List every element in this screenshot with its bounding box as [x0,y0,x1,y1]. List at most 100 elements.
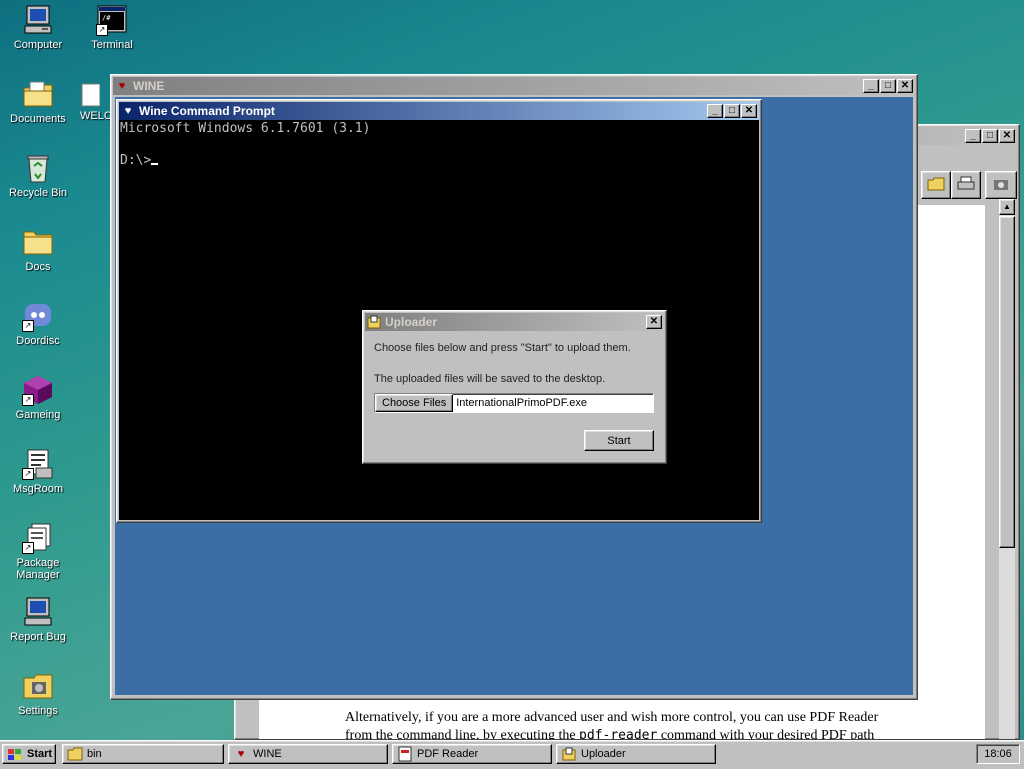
uploader-icon [367,315,381,329]
maximize-button[interactable]: □ [982,129,998,143]
close-button[interactable]: ✕ [897,79,913,93]
task-bin[interactable]: bin [62,744,224,764]
cmd-titlebar[interactable]: ♥ Wine Command Prompt _ □ ✕ [119,102,759,120]
scroll-thumb[interactable] [999,216,1015,548]
desktop-icon-label: Computer [13,39,63,51]
start-button[interactable]: Start [2,744,56,764]
console-line: Microsoft Windows 6.1.7601 (3.1) [120,121,371,136]
close-button[interactable]: ✕ [646,315,662,329]
maximize-button[interactable]: □ [880,79,896,93]
start-label: Start [27,748,53,760]
task-label: WINE [253,748,282,760]
folder-open-icon [927,177,945,194]
wine-title: WINE [133,79,165,93]
desktop-icon-report-bug[interactable]: Report Bug [2,596,74,643]
console-prompt-line: D:\> [120,153,758,169]
recycle-bin-icon [22,152,54,184]
desktop-icon-documents[interactable]: Documents [2,78,74,125]
start-upload-button[interactable]: Start [584,430,654,451]
desktop-icon-gameing[interactable]: ↗ Gameing [2,374,74,421]
task-label: PDF Reader [417,748,479,760]
desktop-icon-package-manager[interactable]: ↗ Package Manager [2,522,74,581]
pdf-icon [397,746,413,762]
wine-title-buttons: _ □ ✕ [862,79,913,93]
uploader-title: Uploader [385,315,438,329]
desktop-icon-label: Settings [18,705,58,717]
task-pdf-reader[interactable]: PDF Reader [392,744,552,764]
doordisc-icon: ↗ [22,300,54,332]
uploader-instructions: Choose files below and press "Start" to … [374,342,631,354]
taskbar: Start bin ♥ WINE PDF Reader Uploader 18:… [0,740,1024,769]
pdf-text-line-1: Alternatively, if you are a more advance… [345,710,879,725]
cmd-title-buttons: _ □ ✕ [706,104,757,118]
start-icon [7,746,23,762]
desktop-icon-label: Doordisc [16,335,60,347]
clock[interactable]: 18:06 [976,744,1020,764]
wine-glass-icon: ♥ [124,105,132,117]
desktop-icon-terminal[interactable]: /# ↗ Terminal [76,4,148,51]
desktop-icon-computer[interactable]: Computer [2,4,74,51]
close-button[interactable]: ✕ [999,129,1015,143]
welcome-icon [80,78,101,110]
print-button[interactable] [951,171,981,199]
desktop-icon-msgroom[interactable]: ↗ MsgRoom [2,448,74,495]
desktop-icon-label: Report Bug [10,631,66,643]
desktop-icon-label: MsgRoom [12,483,64,495]
package-icon: ↗ [22,522,54,554]
desktop-icon-settings[interactable]: Settings [2,670,74,717]
maximize-button[interactable]: □ [724,104,740,118]
uploader-dialog[interactable]: Uploader ✕ Choose files below and press … [362,310,667,464]
choose-files-button[interactable]: Choose Files [375,394,454,412]
task-label: Uploader [581,748,626,760]
uploader-title-buttons: ✕ [645,315,662,329]
desktop-icon-label: Recycle Bin [8,187,68,199]
svg-text:/#: /# [102,14,111,22]
pdf-title-buttons: _ □ ✕ [964,129,1015,143]
desktop-icon-label: Gameing [15,409,61,421]
task-label: bin [87,748,102,760]
uploader-titlebar[interactable]: Uploader ✕ [365,313,664,331]
uploader-icon [561,746,577,762]
folder-icon [22,226,54,258]
terminal-icon: /# ↗ [96,4,128,36]
desktop-icon-label: Package Manager [16,557,60,581]
desktop-icon-doordisc[interactable]: ↗ Doordisc [2,300,74,347]
desktop-icon-label: Docs [25,261,51,273]
folder-documents-icon [22,78,54,110]
desktop-icon-recycle-bin[interactable]: Recycle Bin [2,152,74,199]
scroll-up-button[interactable]: ▲ [999,199,1015,215]
desktop-icon-label: WELC [80,110,110,122]
folder-icon [67,746,83,762]
cube-icon: ↗ [22,374,54,406]
desktop-icon-label: Terminal [91,39,133,51]
selected-file-name: InternationalPrimoPDF.exe [456,397,588,409]
desktop-icon-docs[interactable]: Docs [2,226,74,273]
pdf-body-text: Alternatively, if you are a more advance… [345,709,985,739]
minimize-button[interactable]: _ [863,79,879,93]
cmd-title: Wine Command Prompt [139,104,275,118]
printer-icon [957,176,975,195]
settings-icon [22,670,54,702]
computer-icon [22,4,54,36]
pdf-text-line-2: from the command line, by executing the … [345,728,875,739]
tools-icon [992,176,1010,195]
open-folder-button[interactable] [921,171,951,199]
close-button[interactable]: ✕ [741,104,757,118]
wine-glass-icon: ♥ [237,748,245,760]
file-input[interactable]: Choose Files InternationalPrimoPDF.exe [374,393,654,413]
wine-titlebar[interactable]: ♥ WINE _ □ ✕ [113,77,915,95]
task-uploader[interactable]: Uploader [556,744,716,764]
desktop-icon-label: Documents [10,113,66,125]
uploader-note: The uploaded files will be saved to the … [374,373,606,385]
pdf-scrollbar[interactable]: ▲ [999,199,1015,739]
task-wine[interactable]: ♥ WINE [228,744,388,764]
minimize-button[interactable]: _ [965,129,981,143]
settings-button[interactable] [985,171,1017,199]
wine-glass-icon: ♥ [118,80,126,92]
report-bug-icon [22,596,54,628]
msgroom-icon: ↗ [22,448,54,480]
minimize-button[interactable]: _ [707,104,723,118]
desktop-icon-welcome[interactable]: WELC [80,78,110,122]
cursor [151,163,159,165]
